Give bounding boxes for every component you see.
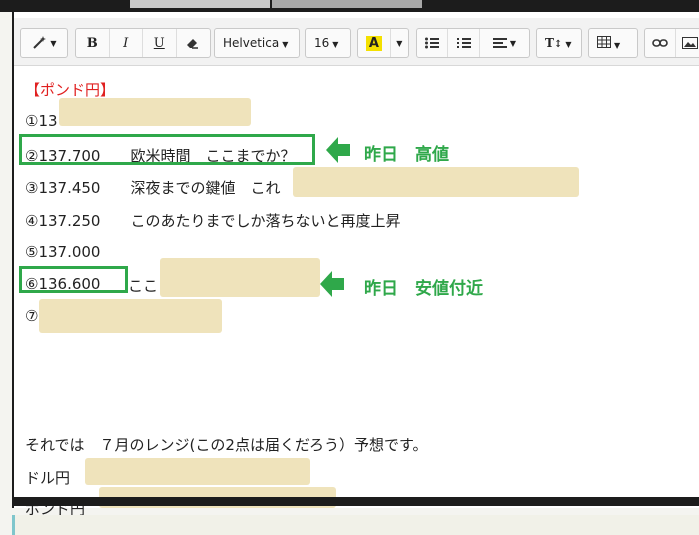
dollar-yen-label: ドル円 [25, 469, 71, 487]
heading-pound-yen: 【ポンド円】 [25, 81, 116, 99]
font-family-select[interactable]: Helvetica ▼ [214, 28, 300, 58]
chevron-down-icon: ▼ [509, 38, 517, 48]
editor-toolbar: ▼ B I U Helvetica ▼ 16 ▼ A ▼ ▼ T↕ ▼ ▼ [14, 18, 699, 66]
color-group: A ▼ [357, 28, 409, 58]
chevron-down-icon: ▼ [50, 38, 57, 48]
table-icon [597, 35, 611, 48]
link-button[interactable] [645, 29, 677, 57]
chevron-down-icon: ▼ [396, 38, 403, 48]
align-button[interactable]: ▼ [480, 29, 529, 57]
align-left-icon [492, 38, 507, 48]
font-color-button[interactable]: A [358, 29, 391, 57]
chevron-down-icon: ▼ [614, 40, 621, 50]
bulleted-list-icon [425, 37, 440, 49]
table-value: ▼ [589, 35, 628, 51]
numbered-list-icon [456, 38, 471, 48]
level-line-4: ④137.250 このあたりまでしか落ちないと再度上昇 [25, 212, 401, 230]
link-icon [652, 39, 669, 47]
top-window-bar [0, 0, 699, 12]
text-style-label: T [545, 36, 554, 50]
level-line-3: ③137.450 深夜までの鍵値 これ [25, 179, 281, 197]
redacted-block [85, 458, 310, 485]
annotation-yesterday-low: 昨日 安値付近 [364, 279, 483, 299]
editor-content[interactable]: 【ポンド円】 ①13 ②137.700 欧米時間 ここまでか？ 昨日 高値 ③1… [14, 67, 699, 518]
table-select[interactable]: ▼ [588, 28, 638, 58]
editor-bottom-bar [12, 497, 699, 506]
underline-button[interactable]: U [143, 29, 177, 57]
image-button[interactable] [676, 29, 699, 57]
magic-wand-icon [33, 36, 47, 49]
insert-group [644, 28, 699, 58]
text-style-select[interactable]: T↕ ▼ [536, 28, 582, 58]
image-icon [682, 37, 699, 49]
level-line-1: ①13 [25, 112, 58, 130]
text-height-icon: ↕ [553, 39, 563, 50]
footer-strip [12, 515, 699, 535]
font-size-value: 16 ▼ [306, 36, 346, 50]
arrow-left-icon [326, 137, 350, 163]
closing-text: それでは ７月のレンジ(この2点は届くだろう）予想です。 [25, 436, 428, 454]
font-size-select[interactable]: 16 ▼ [305, 28, 351, 58]
font-color-label: A [365, 35, 382, 51]
font-family-value: Helvetica ▼ [215, 36, 296, 50]
redacted-block [39, 299, 222, 333]
redacted-block [293, 167, 579, 197]
chevron-down-icon: ▼ [332, 40, 339, 49]
chevron-down-icon: ▼ [282, 40, 289, 49]
eraser-icon [187, 39, 199, 49]
arrow-left-icon [320, 271, 344, 297]
style-group: ▼ [20, 28, 68, 58]
eraser-button[interactable] [177, 29, 210, 57]
level-line-7: ⑦ [25, 307, 39, 325]
paragraph-group: ▼ [416, 28, 530, 58]
text-style-value: T↕ ▼ [537, 36, 579, 50]
font-family-label: Helvetica [223, 36, 280, 50]
top-tab-b[interactable] [272, 0, 422, 8]
bulleted-list-button[interactable] [417, 29, 449, 57]
redacted-block [59, 98, 251, 126]
font-size-label: 16 [314, 36, 330, 50]
color-dropdown-button[interactable]: ▼ [391, 29, 408, 57]
annotation-yesterday-high: 昨日 高値 [364, 145, 449, 165]
chevron-down-icon: ▼ [565, 39, 572, 49]
numbered-list-button[interactable] [448, 29, 480, 57]
magic-wand-button[interactable]: ▼ [21, 29, 67, 57]
level-line-5: ⑤137.000 [25, 243, 101, 261]
editor-frame: ▼ B I U Helvetica ▼ 16 ▼ A ▼ ▼ T↕ ▼ ▼ 【ポ… [12, 12, 699, 518]
top-tab-a[interactable] [130, 0, 270, 8]
italic-button[interactable]: I [110, 29, 143, 57]
redacted-block [160, 258, 320, 297]
highlight-box-low [19, 266, 128, 293]
format-group: B I U [75, 28, 211, 58]
bold-button[interactable]: B [76, 29, 110, 57]
highlight-box-high [19, 134, 315, 165]
level-line-6-note: ここ [128, 277, 159, 295]
